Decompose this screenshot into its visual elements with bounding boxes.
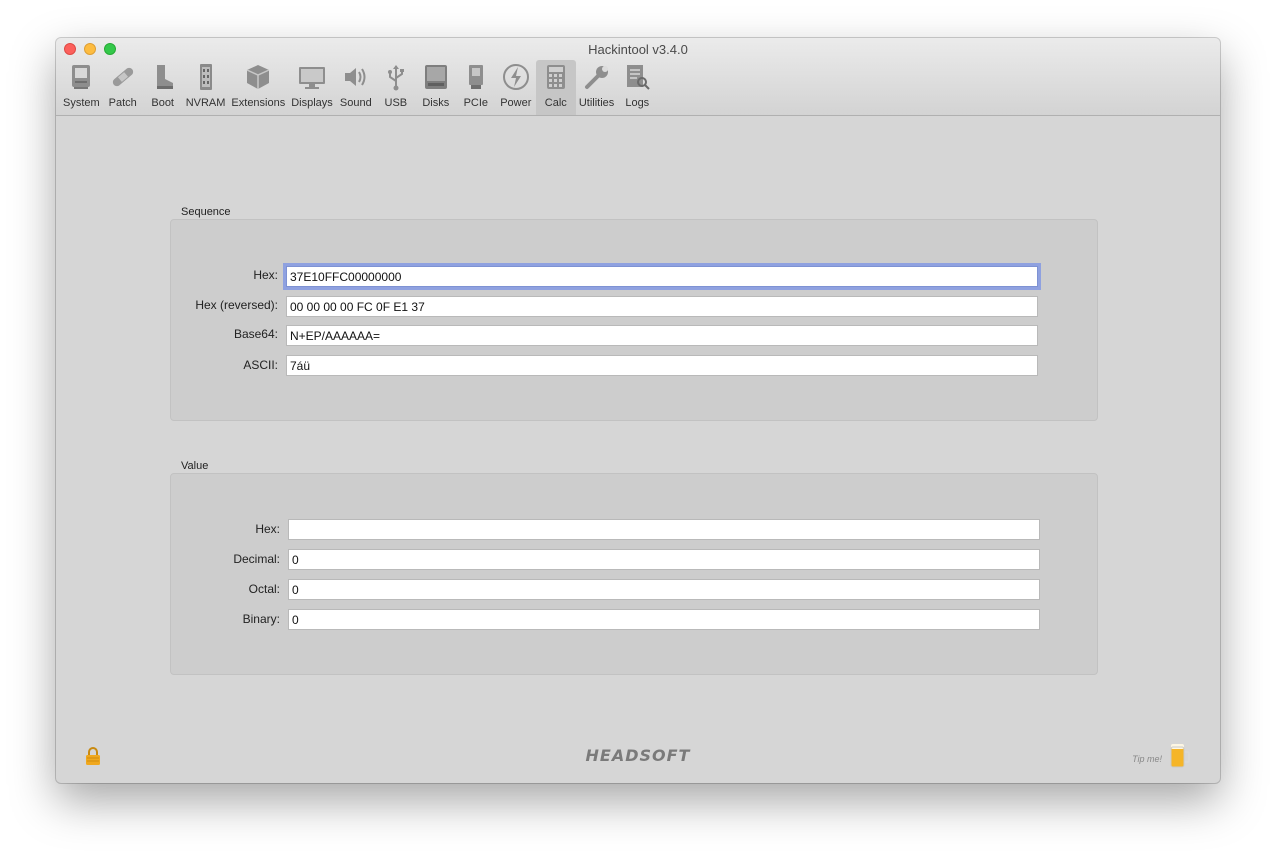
sound-icon xyxy=(339,60,373,94)
value-group-title: Value xyxy=(181,460,209,472)
value-binary-label: Binary: xyxy=(242,612,280,626)
tab-system[interactable]: System xyxy=(60,60,103,115)
tab-label: PCIe xyxy=(463,97,489,109)
sequence-base64-input[interactable] xyxy=(286,325,1038,346)
tab-label: Logs xyxy=(625,97,650,109)
power-icon xyxy=(499,60,533,94)
tab-calc[interactable]: Calc xyxy=(535,60,576,115)
value-decimal-row: Decimal: xyxy=(56,549,280,571)
tab-label: Power xyxy=(500,97,532,109)
value-hex-input[interactable] xyxy=(288,519,1040,540)
pcie-icon xyxy=(459,60,493,94)
value-octal-input[interactable] xyxy=(288,579,1040,600)
sequence-hex-reversed-input[interactable] xyxy=(286,296,1038,317)
value-decimal-input[interactable] xyxy=(288,549,1040,570)
sequence-ascii-row: ASCII: xyxy=(56,355,278,377)
tab-sound[interactable]: Sound xyxy=(336,60,376,115)
sequence-group-title: Sequence xyxy=(181,206,231,218)
value-binary-input[interactable] xyxy=(288,609,1040,630)
tab-disks[interactable]: Disks xyxy=(416,60,456,115)
system-icon xyxy=(64,60,98,94)
tab-label: Patch xyxy=(108,97,137,109)
tab-label: Sound xyxy=(339,97,372,109)
boot-icon xyxy=(146,60,180,94)
tab-nvram[interactable]: NVRAM xyxy=(183,60,229,115)
value-group xyxy=(170,473,1098,675)
sequence-hex-row: Hex: xyxy=(56,265,278,287)
tab-displays[interactable]: Displays xyxy=(288,60,336,115)
tab-label: USB xyxy=(384,97,408,109)
tab-label: Boot xyxy=(151,97,174,109)
sequence-hex-input[interactable] xyxy=(286,266,1038,287)
tip-me-button[interactable]: Tip me! xyxy=(1132,741,1190,776)
calc-icon xyxy=(539,60,573,94)
tab-label: Utilities xyxy=(578,97,615,109)
value-decimal-label: Decimal: xyxy=(233,552,280,566)
headsoft-logo: HEADSOFT xyxy=(585,746,691,765)
utilities-icon xyxy=(580,60,614,94)
tab-usb[interactable]: USB xyxy=(376,60,416,115)
sequence-group xyxy=(170,219,1098,421)
sequence-base64-row: Base64: xyxy=(56,324,278,346)
tip-label: Tip me! xyxy=(1132,753,1162,764)
tab-utilities[interactable]: Utilities xyxy=(576,60,617,115)
tab-boot[interactable]: Boot xyxy=(143,60,183,115)
sequence-ascii-label: ASCII: xyxy=(243,358,278,372)
value-octal-label: Octal: xyxy=(248,582,280,596)
extensions-icon xyxy=(241,60,275,94)
tab-pcie[interactable]: PCIe xyxy=(456,60,496,115)
nvram-icon xyxy=(189,60,223,94)
usb-icon xyxy=(379,60,413,94)
tab-label: Calc xyxy=(544,97,567,109)
disks-icon xyxy=(419,60,453,94)
tab-label: NVRAM xyxy=(185,97,226,109)
value-hex-row: Hex: xyxy=(56,519,280,541)
tab-patch[interactable]: Patch xyxy=(103,60,143,115)
tab-label: Disks xyxy=(422,97,450,109)
tab-logs[interactable]: Logs xyxy=(617,60,657,115)
tab-extensions[interactable]: Extensions xyxy=(228,60,288,115)
app-window: Hackintool v3.4.0 System Patch Boot NVRA… xyxy=(56,38,1220,783)
beer-icon xyxy=(1168,741,1190,776)
tab-label: Extensions xyxy=(231,97,286,109)
tab-label: Displays xyxy=(291,97,333,109)
sequence-base64-label: Base64: xyxy=(233,327,278,341)
sequence-hex-reversed-row: Hex (reversed): xyxy=(56,295,278,317)
displays-icon xyxy=(295,60,329,94)
toolbar-tabs: System Patch Boot NVRAM Extensions Displ… xyxy=(60,60,657,115)
toolbar: Hackintool v3.4.0 System Patch Boot NVRA… xyxy=(56,38,1220,116)
value-hex-label: Hex: xyxy=(255,522,280,536)
tab-label: System xyxy=(63,97,100,109)
value-binary-row: Binary: xyxy=(56,609,280,631)
window-title: Hackintool v3.4.0 xyxy=(588,42,688,57)
value-octal-row: Octal: xyxy=(56,579,280,601)
sequence-hex-reversed-label: Hex (reversed): xyxy=(195,298,278,312)
logs-icon xyxy=(620,60,654,94)
sequence-hex-label: Hex: xyxy=(253,268,278,282)
sequence-ascii-input[interactable] xyxy=(286,355,1038,376)
patch-icon xyxy=(106,60,140,94)
tab-power[interactable]: Power xyxy=(496,60,536,115)
